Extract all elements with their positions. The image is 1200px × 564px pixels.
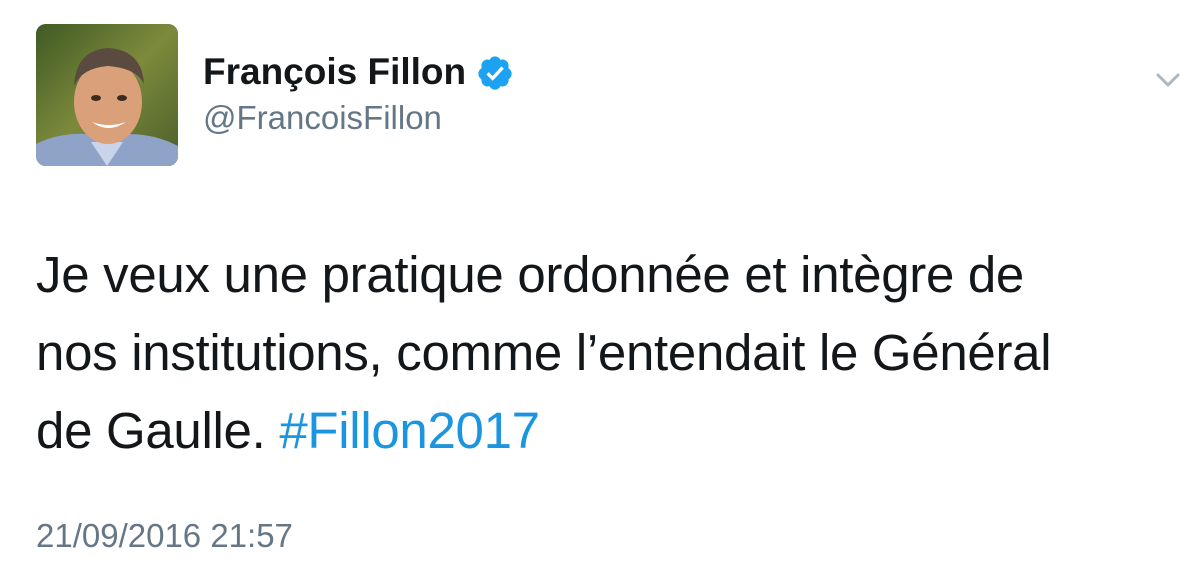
hashtag-link[interactable]: #Fillon2017	[279, 402, 540, 459]
author-display-name[interactable]: François Fillon	[203, 50, 466, 94]
tweet-text: Je veux une pratique ordonnée et intègre…	[36, 236, 1176, 470]
tweet-text-line: Je veux une pratique ordonnée et intègre…	[36, 246, 1025, 303]
tweet-text-line: de Gaulle. #Fillon2017	[36, 392, 1176, 470]
avatar-image	[36, 24, 178, 166]
tweet-timestamp[interactable]: 21/09/2016 21:57	[36, 516, 293, 556]
author-avatar[interactable]	[36, 24, 178, 166]
chevron-down-icon[interactable]	[1148, 60, 1188, 100]
tweet-card: François Fillon @FrancoisFillon Je veux …	[0, 0, 1200, 564]
tweet-text-line: nos institutions, comme l’entendait le G…	[36, 324, 1052, 381]
verified-badge-icon	[478, 56, 512, 90]
author-handle[interactable]: @FrancoisFillon	[203, 98, 442, 138]
tweet-text-fragment: de Gaulle.	[36, 402, 280, 459]
